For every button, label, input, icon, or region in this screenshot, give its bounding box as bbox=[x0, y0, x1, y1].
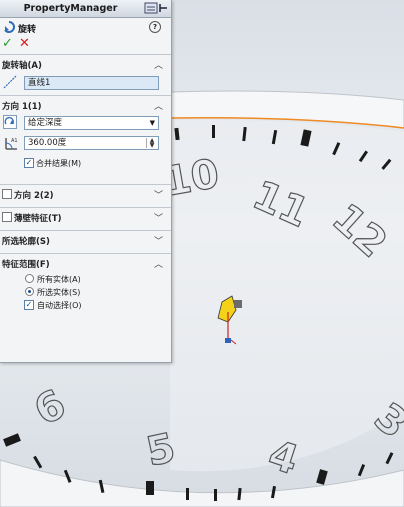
group-header-selected-contours[interactable]: 所选轮廓(S) ﹀ bbox=[0, 231, 171, 249]
panel-titlebar: PropertyManager bbox=[0, 0, 171, 18]
group-header-axis[interactable]: 旋转轴(A) ︿ bbox=[0, 55, 171, 73]
chevron-down-icon[interactable]: ﹀ bbox=[154, 234, 163, 247]
ok-button[interactable]: ✓ bbox=[2, 36, 13, 51]
group-header-direction2[interactable]: 方向 2(2) ﹀ bbox=[0, 185, 171, 203]
direction2-checkbox[interactable] bbox=[2, 189, 12, 199]
group-title-direction1: 方向 1(1) bbox=[2, 102, 42, 112]
group-selected-contours: 所选轮廓(S) ﹀ bbox=[0, 230, 171, 253]
radio-all-bodies[interactable] bbox=[25, 274, 34, 283]
revolve-feature-icon bbox=[4, 21, 15, 33]
radio-all-bodies-label: 所有实体(A) bbox=[37, 275, 81, 284]
chevron-up-icon[interactable]: ︿ bbox=[154, 257, 163, 270]
chevron-up-icon[interactable]: ︿ bbox=[154, 58, 163, 71]
chevron-up-icon[interactable]: ︿ bbox=[154, 99, 163, 112]
svg-text:A1: A1 bbox=[11, 138, 18, 144]
axis-selection-field[interactable]: 直线1 bbox=[24, 76, 159, 90]
angle-value: 360.00度 bbox=[28, 138, 67, 148]
cancel-button[interactable]: ✕ bbox=[19, 36, 30, 51]
group-direction1: 方向 1(1) ︿ 给定深度 ▼ A1 360.00度 ▲ ▼ ✓ 合并结果(M) bbox=[0, 95, 171, 184]
group-thin-feature: 薄壁特征(T) ﹀ bbox=[0, 207, 171, 230]
group-feature-scope: 特征范围(F) ︿ 所有实体(A) 所选实体(S) ✓ 自动选择(O) bbox=[0, 253, 171, 324]
angle-input[interactable]: 360.00度 ▲ ▼ bbox=[24, 136, 159, 150]
chevron-down-icon[interactable]: ﹀ bbox=[154, 211, 163, 224]
radio-selected-bodies[interactable] bbox=[25, 287, 34, 296]
group-title-selected-contours: 所选轮廓(S) bbox=[2, 237, 50, 247]
auto-select-checkbox[interactable]: ✓ bbox=[24, 300, 34, 310]
angle-spinner[interactable]: ▲ ▼ bbox=[146, 138, 157, 149]
group-title-direction2: 方向 2(2) bbox=[14, 191, 54, 201]
angle-icon: A1 bbox=[5, 138, 18, 150]
radio-selected-bodies-label: 所选实体(S) bbox=[37, 288, 81, 297]
reverse-direction-icon[interactable] bbox=[3, 115, 17, 129]
end-condition-dropdown[interactable]: 给定深度 ▼ bbox=[24, 116, 159, 130]
help-icon[interactable]: ? bbox=[149, 21, 161, 33]
dial-numeral-6: 6 bbox=[27, 381, 73, 435]
panel-title: PropertyManager bbox=[23, 3, 118, 14]
axis-line-icon bbox=[3, 75, 17, 89]
group-header-thin-feature[interactable]: 薄壁特征(T) ﹀ bbox=[0, 208, 171, 226]
auto-select-label: 自动选择(O) bbox=[37, 301, 82, 310]
feature-header: 旋转 ? bbox=[0, 18, 171, 36]
group-title-feature-scope: 特征范围(F) bbox=[2, 260, 50, 270]
group-revolve-axis: 旋转轴(A) ︿ 直线1 bbox=[0, 54, 171, 95]
group-header-feature-scope[interactable]: 特征范围(F) ︿ bbox=[0, 254, 171, 272]
chevron-down-icon[interactable]: ﹀ bbox=[154, 188, 163, 201]
property-manager-panel: PropertyManager 旋转 ? ✓ ✕ 旋转轴(A) ︿ 直线1 方向… bbox=[0, 0, 172, 363]
feature-name: 旋转 bbox=[18, 25, 37, 35]
pin-icon[interactable] bbox=[144, 2, 168, 14]
ok-cancel-row: ✓ ✕ bbox=[0, 36, 171, 52]
end-condition-value: 给定深度 bbox=[28, 118, 63, 128]
thin-feature-checkbox[interactable] bbox=[2, 212, 12, 222]
dropdown-arrow-icon[interactable]: ▼ bbox=[150, 117, 155, 129]
group-title-axis: 旋转轴(A) bbox=[2, 61, 42, 71]
merge-result-checkbox[interactable]: ✓ bbox=[24, 158, 34, 168]
group-header-direction1[interactable]: 方向 1(1) ︿ bbox=[0, 96, 171, 114]
group-title-thin-feature: 薄壁特征(T) bbox=[14, 214, 62, 224]
group-direction2: 方向 2(2) ﹀ bbox=[0, 184, 171, 207]
merge-result-label: 合并结果(M) bbox=[36, 159, 82, 168]
